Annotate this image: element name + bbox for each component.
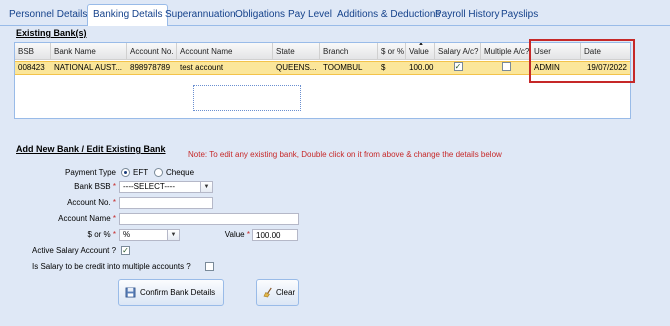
tab-banking-details[interactable]: Banking Details	[87, 4, 169, 27]
multiple-accounts-checkbox[interactable]	[205, 262, 214, 271]
payment-type-cheque-label[interactable]: Cheque	[166, 168, 194, 177]
edit-note: Note: To edit any existing bank, Double …	[188, 150, 502, 159]
value-label-text: Value	[224, 230, 245, 239]
col-header-dollar-pct[interactable]: $ or %	[378, 43, 406, 60]
bank-bsb-select[interactable]: ----SELECT---- ▼	[119, 181, 213, 193]
tab-payroll-history[interactable]: Payroll History	[430, 5, 504, 26]
confirm-bank-details-button[interactable]: Confirm Bank Details	[118, 279, 224, 306]
col-header-branch[interactable]: Branch	[320, 43, 378, 60]
cell-bsb: 008423	[18, 63, 45, 72]
required-mark: *	[112, 198, 116, 207]
payment-type-cheque-radio[interactable]	[154, 168, 163, 177]
tab-superannuation[interactable]: Superannuation	[160, 5, 241, 26]
cell-dollar-pct: $	[381, 63, 386, 72]
col-header-account-name[interactable]: Account Name	[177, 43, 273, 60]
col-header-salary-ac[interactable]: Salary A/c?	[435, 43, 481, 60]
tab-personnel-details[interactable]: Personnel Details	[4, 5, 92, 26]
tab-pay-level[interactable]: Pay Level	[283, 5, 337, 26]
value-input[interactable]	[252, 229, 298, 241]
chevron-down-icon[interactable]: ▼	[167, 230, 179, 240]
cell-branch: TOOMBUL	[323, 63, 363, 72]
payment-type-eft-radio[interactable]	[121, 168, 130, 177]
col-header-user[interactable]: User	[531, 43, 581, 60]
dollar-pct-label-text: $ or %	[87, 230, 111, 239]
dollar-pct-select[interactable]: % ▼	[119, 229, 180, 241]
col-header-bank-name[interactable]: Bank Name	[51, 43, 127, 60]
banking-details-panel: Existing Bank(s) BSB Bank Name Account N…	[0, 26, 670, 326]
active-salary-label: Active Salary Account ?	[32, 246, 117, 255]
account-no-label: Account No. *	[30, 198, 116, 207]
cell-date: 19/07/2022	[586, 63, 628, 72]
col-header-account-no[interactable]: Account No.	[127, 43, 177, 60]
cell-multiple-ac	[481, 62, 531, 74]
tab-payslips[interactable]: Payslips	[496, 5, 543, 26]
active-salary-checkbox[interactable]: ✓	[121, 246, 130, 255]
payment-type-label: Payment Type	[65, 168, 116, 177]
existing-banks-title: Existing Bank(s)	[16, 28, 87, 38]
account-name-input[interactable]	[119, 213, 299, 225]
required-mark: *	[112, 230, 116, 239]
cell-account-name: test account	[180, 63, 224, 72]
col-header-bsb[interactable]: BSB	[15, 43, 51, 60]
cell-state: QUEENS...	[276, 63, 317, 72]
bank-bsb-label-text: Bank BSB	[74, 182, 111, 191]
salary-ac-checkbox[interactable]: ✓	[453, 62, 463, 72]
broom-icon	[263, 287, 272, 298]
grid-header: BSB Bank Name Account No. Account Name S…	[15, 43, 630, 60]
col-header-date[interactable]: Date	[581, 43, 630, 60]
cell-bank-name: NATIONAL AUST...	[54, 63, 123, 72]
account-name-label: Account Name *	[30, 214, 116, 223]
account-no-input[interactable]	[119, 197, 213, 209]
bank-bsb-label: Bank BSB *	[30, 182, 116, 191]
clear-button[interactable]: Clear	[256, 279, 299, 306]
add-edit-bank-title: Add New Bank / Edit Existing Bank	[16, 144, 166, 154]
account-name-label-text: Account Name	[58, 214, 111, 223]
sort-asc-icon: ▲	[418, 43, 424, 47]
confirm-button-label: Confirm Bank Details	[140, 288, 216, 297]
required-mark: *	[112, 182, 116, 191]
multiple-ac-checkbox[interactable]	[501, 62, 511, 72]
col-header-multiple-ac[interactable]: Multiple A/c?	[481, 43, 531, 60]
dollar-pct-label: $ or % *	[30, 230, 116, 239]
chevron-down-icon[interactable]: ▼	[200, 182, 212, 192]
required-mark: *	[112, 214, 116, 223]
tab-obligations[interactable]: Obligations	[230, 5, 290, 26]
cell-user: ADMIN	[534, 63, 560, 72]
tab-bar: Personnel Details Banking Details Supera…	[0, 0, 670, 27]
multiple-accounts-label: Is Salary to be credit into multiple acc…	[32, 262, 191, 271]
existing-banks-grid: BSB Bank Name Account No. Account Name S…	[14, 42, 631, 119]
tab-additions-deductions[interactable]: Additions & Deductions	[332, 5, 445, 26]
dollar-pct-selected-value: %	[123, 230, 131, 239]
focus-dotted-box	[193, 85, 301, 111]
bank-bsb-selected-value: ----SELECT----	[123, 182, 175, 191]
cell-value: 100.00	[409, 63, 434, 72]
account-no-label-text: Account No.	[67, 198, 111, 207]
value-label: Value *	[214, 230, 250, 239]
clear-button-label: Clear	[276, 288, 296, 297]
required-mark: *	[246, 230, 250, 239]
col-header-state[interactable]: State	[273, 43, 320, 60]
cell-account-no: 898978789	[130, 63, 171, 72]
payment-type-eft-label[interactable]: EFT	[133, 168, 148, 177]
cell-salary-ac: ✓	[435, 62, 481, 74]
save-icon	[125, 287, 136, 298]
table-row[interactable]: 008423 NATIONAL AUST... 898978789 test a…	[15, 61, 630, 75]
col-header-value[interactable]: Value ▲	[406, 43, 435, 60]
